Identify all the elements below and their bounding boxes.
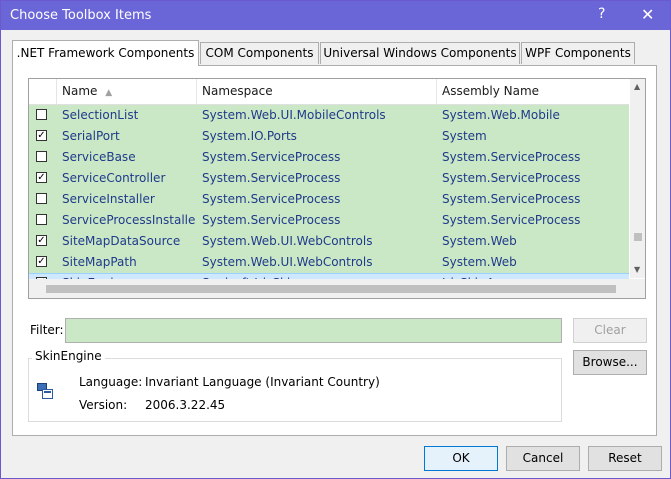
cancel-button[interactable]: Cancel	[506, 446, 580, 471]
filter-input[interactable]	[65, 318, 562, 343]
row-name: ServiceBase	[62, 150, 136, 164]
row-assembly: System.ServiceProcess	[442, 192, 581, 206]
tab-com-components[interactable]: COM Components	[200, 42, 319, 64]
row-checkbox[interactable]	[36, 193, 47, 204]
row-name: SiteMapPath	[62, 255, 137, 269]
horizontal-scrollbar[interactable]	[29, 279, 630, 298]
row-name: SiteMapDataSource	[62, 234, 181, 248]
component-icon	[37, 383, 53, 399]
details-group-title: SkinEngine	[32, 349, 105, 363]
row-name: ServiceInstaller	[62, 192, 155, 206]
row-namespace: System.Web.UI.WebControls	[202, 255, 373, 269]
help-icon[interactable]: ?	[598, 6, 605, 22]
row-assembly: System	[442, 129, 487, 143]
close-icon[interactable]: ✕	[641, 5, 654, 24]
choose-toolbox-items-dialog: Choose Toolbox Items ? ✕ .NET Framework …	[0, 0, 671, 479]
table-row[interactable]: ✓ ServiceController System.ServiceProces…	[29, 168, 629, 189]
row-checkbox[interactable]: ✓	[36, 235, 47, 246]
vertical-scroll-thumb[interactable]	[634, 233, 642, 241]
horizontal-scroll-thumb[interactable]	[46, 285, 616, 293]
version-label: Version:	[79, 398, 128, 412]
row-assembly: System.Web.Mobile	[442, 108, 560, 122]
row-checkbox[interactable]: ✓	[36, 130, 47, 141]
row-name: SerialPort	[62, 129, 120, 143]
row-name: ServiceProcessInstalle	[62, 213, 196, 227]
title-bar: Choose Toolbox Items ? ✕	[1, 1, 670, 30]
row-name: SelectionList	[62, 108, 139, 122]
tab-wpf-components[interactable]: WPF Components	[521, 42, 635, 64]
list-rows: SelectionList System.Web.UI.MobileContro…	[29, 105, 629, 294]
column-header-name[interactable]: Name ▲	[57, 79, 197, 104]
row-assembly: System.Web	[442, 234, 517, 248]
row-checkbox[interactable]: ✓	[36, 172, 47, 183]
row-namespace: System.Web.UI.MobileControls	[202, 108, 386, 122]
reset-button[interactable]: Reset	[588, 446, 662, 471]
browse-button[interactable]: Browse...	[573, 350, 647, 375]
row-assembly: System.ServiceProcess	[442, 213, 581, 227]
list-header: Name ▲ Namespace Assembly Name	[29, 79, 629, 105]
row-name: ServiceController	[62, 171, 166, 185]
table-row[interactable]: ServiceBase System.ServiceProcess System…	[29, 147, 629, 168]
tab-universal-windows-components[interactable]: Universal Windows Components	[320, 42, 520, 64]
language-value: Invariant Language (Invariant Country)	[145, 375, 380, 389]
sort-ascending-icon: ▲	[105, 88, 113, 98]
row-checkbox[interactable]	[36, 109, 47, 120]
row-checkbox[interactable]	[36, 214, 47, 225]
row-namespace: System.Web.UI.WebControls	[202, 234, 373, 248]
scroll-down-icon[interactable]: ▼	[634, 265, 640, 274]
row-assembly: System.Web	[442, 255, 517, 269]
column-header-namespace[interactable]: Namespace	[197, 79, 437, 104]
row-checkbox[interactable]: ✓	[36, 256, 47, 267]
row-assembly: System.ServiceProcess	[442, 150, 581, 164]
version-value: 2006.3.22.45	[145, 398, 226, 412]
table-row[interactable]: ✓ SiteMapDataSource System.Web.UI.WebCon…	[29, 231, 629, 252]
scroll-up-icon[interactable]: ▲	[634, 82, 640, 91]
table-row[interactable]: ServiceInstaller System.ServiceProcess S…	[29, 189, 629, 210]
table-row[interactable]: ServiceProcessInstalle System.ServicePro…	[29, 210, 629, 231]
column-header-assembly[interactable]: Assembly Name	[437, 79, 629, 104]
table-row[interactable]: SelectionList System.Web.UI.MobileContro…	[29, 105, 629, 126]
checkbox-column-header	[29, 79, 57, 104]
row-namespace: System.ServiceProcess	[202, 192, 341, 206]
row-assembly: System.ServiceProcess	[442, 171, 581, 185]
row-checkbox[interactable]	[36, 151, 47, 162]
scrollbar-corner	[630, 279, 645, 298]
table-row[interactable]: ✓ SiteMapPath System.Web.UI.WebControls …	[29, 252, 629, 273]
details-groupbox	[28, 358, 562, 422]
language-label: Language:	[79, 375, 143, 389]
tab-net-framework-components[interactable]: .NET Framework Components	[12, 40, 199, 66]
clear-button[interactable]: Clear	[573, 318, 647, 343]
row-namespace: System.ServiceProcess	[202, 213, 341, 227]
filter-label: Filter:	[30, 323, 64, 337]
row-namespace: System.ServiceProcess	[202, 150, 341, 164]
vertical-scrollbar[interactable]: ▲ ▼	[630, 79, 645, 278]
components-list[interactable]: Name ▲ Namespace Assembly Name Selection…	[28, 78, 646, 299]
row-namespace: System.ServiceProcess	[202, 171, 341, 185]
window-title: Choose Toolbox Items	[10, 8, 152, 23]
row-namespace: System.IO.Ports	[202, 129, 297, 143]
table-row[interactable]: ✓ SerialPort System.IO.Ports System	[29, 126, 629, 147]
ok-button[interactable]: OK	[424, 446, 498, 471]
